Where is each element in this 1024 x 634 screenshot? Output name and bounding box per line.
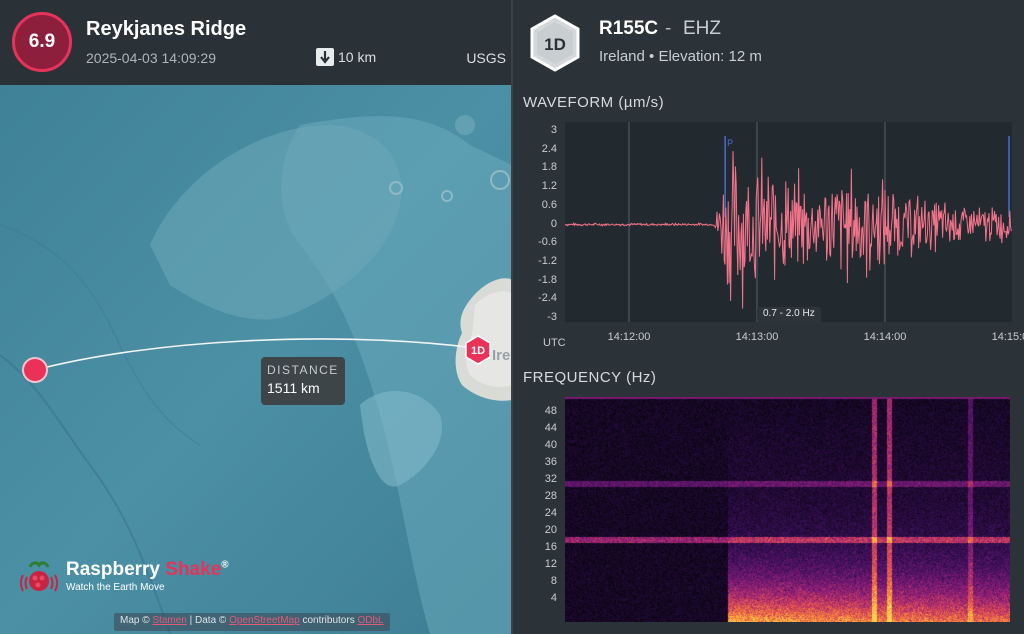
brand-logo[interactable]: Raspberry Shake® Watch the Earth Move [20,559,229,599]
waveform-y-tick: 0.6 [541,198,557,211]
waveform-x-tick: 14:12:00 [607,331,651,343]
brand-name-part1: Raspberry [66,559,166,580]
raspberry-shake-icon [20,561,58,592]
station-badge-label: 1D [544,35,566,54]
frequency-y-tick: 12 [544,557,557,570]
event-source: USGS [466,50,506,66]
magnitude-badge: 6.9 [12,12,72,72]
map-view[interactable]: 1D Irela DISTANCE 1511 km [0,85,512,634]
frequency-y-tick: 44 [544,421,557,434]
event-panel: 6.9 Reykjanes Ridge 2025-04-03 14:09:29 … [0,0,512,634]
waveform-y-tick: 0 [550,217,557,230]
frequency-y-tick: 16 [544,540,557,553]
land-label: Irela [492,347,512,364]
waveform-trace [564,151,1012,309]
distance-value: 1511 km [267,380,320,396]
attribution-mid: | Data © [186,615,230,626]
attribution-odbl-link[interactable]: ODbL [357,615,383,626]
waveform-svg: P [564,122,1014,322]
station-panel: 1D R155C - EHZ Ireland • Elevation: 12 m… [513,0,1024,634]
epicenter-marker[interactable] [22,357,48,383]
depth-value: 10 km [338,49,377,65]
utc-label: UTC [543,337,566,349]
frequency-y-tick: 32 [544,472,557,485]
waveform-y-tick: -0.6 [538,236,557,249]
event-datetime: 2025-04-03 14:09:29 [86,50,216,66]
frequency-y-tick: 20 [544,523,557,536]
brand-registered-mark: ® [221,559,229,571]
attribution-osm-link[interactable]: OpenStreetMap [229,615,300,626]
spectrogram-plot[interactable] [565,397,1010,622]
waveform-title: WAVEFORM (µm/s) [523,94,665,111]
distance-box: DISTANCE 1511 km [261,357,345,405]
app-root: 6.9 Reykjanes Ridge 2025-04-03 14:09:29 … [0,0,1024,634]
frequency-y-tick: 8 [550,574,557,587]
waveform-y-tick: -1.2 [538,254,557,267]
filter-label: 0.7 - 2.0 Hz [757,307,821,323]
map-terrain [0,85,512,634]
waveform-y-tick: 2.4 [541,142,557,155]
waveform-x-tick: 14:15:00 [991,331,1024,343]
p-arrival-label: P [727,138,733,148]
waveform-x-tick: 14:14:00 [863,331,907,343]
station-marker-map-label: 1D [471,345,485,357]
brand-name: Raspberry Shake® [66,559,229,581]
depth-arrow-icon [316,48,334,66]
frequency-y-tick: 36 [544,455,557,468]
waveform-y-tick: -3 [547,311,557,323]
attribution-suffix: contributors [299,615,358,626]
waveform-y-tick: 1.2 [541,180,557,193]
frequency-y-tick: 4 [550,591,557,604]
station-separator: - [665,18,672,39]
spectrogram-canvas [565,397,1010,622]
station-badge: 1D [529,14,581,77]
waveform-y-tick: -2.4 [538,292,557,305]
station-code: R155C [599,18,659,39]
station-channel: EHZ [683,18,721,39]
frequency-title: FREQUENCY (Hz) [523,369,657,386]
frequency-y-tick: 48 [544,404,557,417]
waveform-y-tick: -1.8 [538,273,557,286]
waveform-y-tick: 3 [550,124,557,136]
brand-name-part2: Shake [165,559,222,580]
frequency-y-tick: 28 [544,489,557,502]
station-meta: Ireland • Elevation: 12 m [599,48,762,65]
attribution-prefix: Map © [120,615,153,626]
waveform-plot[interactable]: P [564,122,1014,322]
map-attribution: Map © Stamen | Data © OpenStreetMap cont… [114,613,390,631]
waveform-y-tick: 1.8 [541,161,557,174]
frequency-y-tick: 24 [544,506,557,519]
attribution-stamen-link[interactable]: Stamen [152,615,186,626]
event-title: Reykjanes Ridge [86,18,247,40]
distance-label: DISTANCE [267,363,339,377]
station-marker-map[interactable]: 1D [464,335,492,370]
event-depth: 10 km [316,48,376,66]
magnitude-value: 6.9 [28,31,56,52]
event-header: 6.9 Reykjanes Ridge 2025-04-03 14:09:29 … [0,0,512,85]
brand-tagline: Watch the Earth Move [66,582,165,593]
frequency-y-tick: 40 [544,438,557,451]
waveform-x-tick: 14:13:00 [735,331,779,343]
